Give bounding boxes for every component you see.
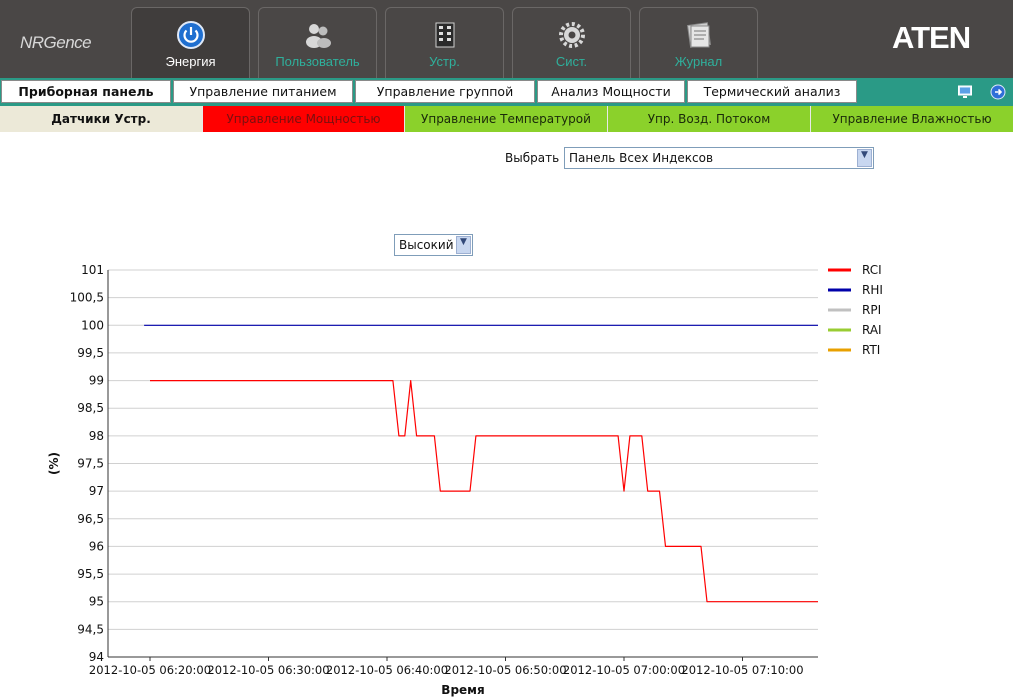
x-tick-label: 2012-10-05 06:40:00 <box>326 663 448 677</box>
level-select[interactable]: Высокий ▼ <box>394 234 473 256</box>
y-tick-label: 95,5 <box>77 567 104 581</box>
y-tick-label: 97,5 <box>77 457 104 471</box>
x-tick-label: 2012-10-05 07:00:00 <box>563 663 685 677</box>
x-tick-label: 2012-10-05 06:50:00 <box>444 663 566 677</box>
device-icon <box>435 22 455 48</box>
chevron-down-icon: ▼ <box>857 149 872 167</box>
tab-dashboard[interactable]: Приборная панель <box>1 80 171 103</box>
y-tick-label: 94,5 <box>77 622 104 636</box>
y-axis-label: (%) <box>47 452 61 475</box>
tab-device-sensors[interactable]: Датчики Устр. <box>0 106 202 132</box>
x-axis-label: Время <box>441 683 484 697</box>
y-tick-label: 98,5 <box>77 401 104 415</box>
x-tick-label: 2012-10-05 07:10:00 <box>681 663 803 677</box>
top-header: NRGence Энергия Пользователь Устр. Сист. <box>0 0 1013 78</box>
tab-temperature-control[interactable]: Управление Температурой <box>404 106 607 132</box>
y-tick-label: 98 <box>89 429 104 443</box>
nav-label-log: Журнал <box>674 54 723 69</box>
nrgence-logo: NRGence <box>20 33 92 52</box>
nav-label-user: Пользователь <box>275 54 360 69</box>
nav-tab-energy[interactable]: Энергия <box>131 7 250 78</box>
y-tick-label: 94 <box>89 650 104 664</box>
x-tick-label: 2012-10-05 06:30:00 <box>207 663 329 677</box>
nav-tab-device[interactable]: Устр. <box>385 7 504 78</box>
monitor-icon[interactable] <box>957 84 973 100</box>
legend-label-rhi: RHI <box>862 283 883 297</box>
y-tick-label: 96 <box>89 539 104 553</box>
y-tick-label: 96,5 <box>77 512 104 526</box>
chevron-down-icon: ▼ <box>456 236 471 254</box>
y-tick-label: 95 <box>89 595 104 609</box>
legend-label-rci: RCI <box>862 263 882 277</box>
power-icon <box>177 21 205 49</box>
y-tick-label: 97 <box>89 484 104 498</box>
dashboard-tabs: Приборная панель Управление питанием Упр… <box>0 78 1013 106</box>
nav-label-system: Сист. <box>555 54 588 69</box>
y-tick-label: 101 <box>81 263 104 277</box>
aten-logo: ATEN <box>892 20 971 55</box>
y-tick-label: 100,5 <box>70 291 104 305</box>
y-ticks: 101 100,5 100 99,5 99 98,5 98 97,5 97 96,5 96 95,5 9… <box>70 263 104 664</box>
nav-tab-system[interactable]: Сист. <box>512 7 631 78</box>
nav-label-device: Устр. <box>429 54 460 69</box>
legend-label-rti: RTI <box>862 343 880 357</box>
grid <box>108 269 818 658</box>
tab-power-management[interactable]: Управление питанием <box>173 80 353 103</box>
index-panel-select-value: Панель Всех Индексов <box>569 151 714 165</box>
nav-tab-log[interactable]: Журнал <box>639 7 758 78</box>
tab-group-management[interactable]: Управление группой <box>355 80 535 103</box>
level-select-value: Высокий <box>399 238 454 252</box>
sensor-tabs: Датчики Устр. Управление Мощностью Управ… <box>0 106 1013 132</box>
index-chart: 101 100,5 100 99,5 99 98,5 98 97,5 97 96,5 96 95,5 9… <box>47 263 883 697</box>
tab-power-analysis[interactable]: Анализ Мощности <box>537 80 685 103</box>
tab-thermal-analysis[interactable]: Термический анализ <box>687 80 857 103</box>
logout-icon[interactable] <box>990 84 1006 100</box>
y-tick-label: 100 <box>81 318 104 332</box>
x-ticks: 2012-10-05 06:20:002012-10-05 06:30:0020… <box>89 657 804 677</box>
y-tick-label: 99,5 <box>77 346 104 360</box>
log-icon <box>687 22 711 48</box>
legend-label-rai: RAI <box>862 323 882 337</box>
nav-label-energy: Энергия <box>165 54 216 69</box>
x-tick-label: 2012-10-05 06:20:00 <box>89 663 211 677</box>
legend-label-rpi: RPI <box>862 303 881 317</box>
select-label: Выбрать <box>505 151 560 165</box>
y-tick-label: 99 <box>89 374 104 388</box>
tab-humidity-control[interactable]: Управление Влажностью <box>810 106 1013 132</box>
users-icon <box>306 24 331 48</box>
nav-tab-user[interactable]: Пользователь <box>258 7 377 78</box>
legend: RCI RHI RPI RAI RTI <box>828 263 883 357</box>
gear-icon <box>559 22 585 48</box>
tab-airflow-control[interactable]: Упр. Возд. Потоком <box>607 106 810 132</box>
index-panel-select[interactable]: Панель Всех Индексов ▼ <box>564 147 874 169</box>
tab-power-control[interactable]: Управление Мощностью <box>202 106 404 132</box>
